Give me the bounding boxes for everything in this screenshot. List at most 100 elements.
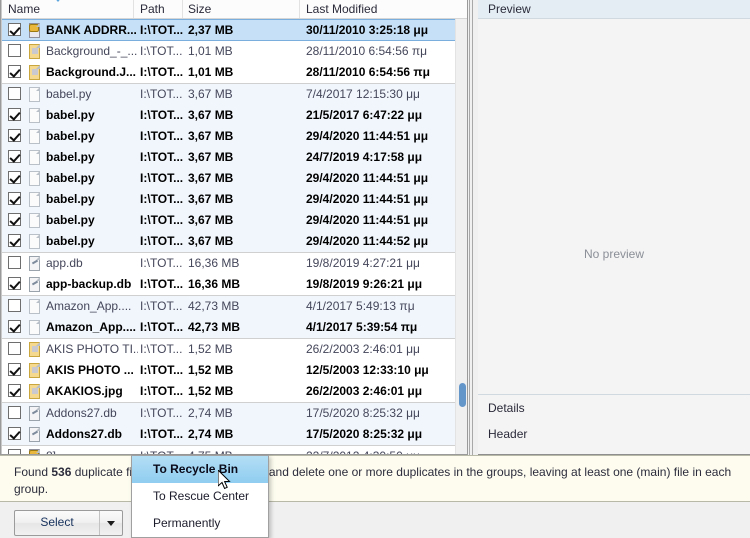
cell-last-modified: 29/4/2020 11:44:51 μμ bbox=[306, 171, 429, 185]
table-row[interactable]: 8] _______ __...I:\TOT...4,75 MB 22/7/201… bbox=[0, 445, 468, 455]
cell-file-path: I:\TOT... bbox=[140, 213, 184, 227]
cell-file-size: 2,74 MB bbox=[188, 406, 233, 420]
cell-file-name: AKIS PHOTO ... bbox=[46, 363, 134, 377]
duplicate-group-count: 536 bbox=[51, 465, 72, 479]
cell-file-size: 1,52 MB bbox=[188, 363, 234, 377]
cell-file-name: AKIS PHOTO TI... bbox=[46, 342, 138, 356]
row-checkbox[interactable] bbox=[8, 234, 21, 247]
table-row[interactable]: AKAKIOS.jpg I:\TOT... 1,52 MB 26/2/2003 2:4… bbox=[0, 381, 468, 402]
table-row[interactable]: babel.py I:\TOT... 3,67 MB 29/4/2020 11:44:… bbox=[0, 189, 468, 210]
cell-file-size: 16,36 MB bbox=[188, 256, 240, 270]
document-file-icon bbox=[27, 299, 42, 314]
cell-file-path: I:\TOT... bbox=[140, 256, 183, 270]
row-checkbox[interactable] bbox=[8, 65, 21, 78]
cell-file-size: 3,67 MB bbox=[188, 150, 234, 164]
table-row[interactable]: babel.py I:\TOT... 3,67 MB 21/5/2017 6:47:2… bbox=[0, 105, 468, 126]
cell-file-path: I:\TOT... bbox=[140, 171, 184, 185]
row-checkbox[interactable] bbox=[8, 299, 21, 312]
row-checkbox[interactable] bbox=[8, 44, 21, 57]
cell-file-name: babel.py bbox=[46, 234, 95, 248]
fax-file-icon bbox=[27, 23, 42, 38]
row-checkbox[interactable] bbox=[8, 23, 21, 36]
menu-item-to-recycle-bin[interactable]: To Recycle Bin bbox=[132, 456, 268, 483]
menu-item-permanently[interactable]: Permanently bbox=[132, 510, 268, 537]
cell-file-path: I:\TOT... bbox=[140, 277, 184, 291]
preview-section-header[interactable]: Header bbox=[478, 421, 750, 447]
column-divider[interactable] bbox=[299, 0, 300, 18]
cell-file-name: babel.py bbox=[46, 87, 92, 101]
preview-section-details[interactable]: Details bbox=[478, 395, 750, 421]
row-checkbox[interactable] bbox=[8, 256, 21, 269]
row-checkbox[interactable] bbox=[8, 108, 21, 121]
row-checkbox[interactable] bbox=[8, 150, 21, 163]
cell-file-name: Amazon_App.... bbox=[46, 299, 132, 313]
cell-last-modified: 7/4/2017 12:15:30 μμ bbox=[306, 87, 420, 101]
cell-file-size: 1,52 MB bbox=[188, 384, 234, 398]
db-file-icon bbox=[27, 427, 42, 442]
cell-file-name: Addons27.db bbox=[46, 427, 123, 441]
table-row[interactable]: Background_-_... I:\TOT... 1,01 MB 28/11/20… bbox=[0, 41, 468, 62]
cell-file-size: 2,37 MB bbox=[188, 23, 234, 37]
cell-file-name: babel.py bbox=[46, 171, 95, 185]
table-row[interactable]: Amazon_App.... I:\TOT... 42,73 MB 4/1/2017 … bbox=[0, 317, 468, 338]
column-divider[interactable] bbox=[133, 0, 134, 18]
row-checkbox[interactable] bbox=[8, 87, 21, 100]
delete-options-context-menu[interactable]: To Recycle Bin To Rescue Center Permanen… bbox=[131, 455, 269, 538]
column-header-size[interactable]: Size bbox=[188, 2, 211, 16]
cell-file-name: babel.py bbox=[46, 213, 95, 227]
db-file-icon bbox=[27, 277, 42, 292]
table-row[interactable]: BANK ADDRR... I:\TOT... 2,37 MB 30/11/2010 … bbox=[0, 19, 468, 41]
table-row[interactable]: babel.py I:\TOT... 3,67 MB 29/4/2020 11:44:… bbox=[0, 126, 468, 147]
row-checkbox[interactable] bbox=[8, 171, 21, 184]
column-header-name[interactable]: Name bbox=[8, 2, 40, 16]
row-checkbox[interactable] bbox=[8, 129, 21, 142]
row-checkbox[interactable] bbox=[8, 406, 21, 419]
table-row[interactable]: babel.py I:\TOT... 3,67 MB 7/4/2017 12:15:3… bbox=[0, 83, 468, 105]
file-rows-container: BANK ADDRR... I:\TOT... 2,37 MB 30/11/2010 … bbox=[0, 19, 468, 455]
cell-file-path: I:\TOT... bbox=[140, 65, 184, 79]
column-header-path[interactable]: Path bbox=[140, 2, 165, 16]
cell-file-path: I:\TOT... bbox=[140, 320, 184, 334]
db-file-icon bbox=[27, 406, 42, 421]
row-checkbox[interactable] bbox=[8, 320, 21, 333]
table-row[interactable]: AKIS PHOTO ... I:\TOT... 1,52 MB 12/5/2003 … bbox=[0, 360, 468, 381]
file-list-scrollbar[interactable] bbox=[455, 19, 469, 455]
table-row[interactable]: app.db I:\TOT... 16,36 MB 19/8/2019 4:27:21… bbox=[0, 252, 468, 274]
row-checkbox[interactable] bbox=[8, 342, 21, 355]
cell-file-size: 1,01 MB bbox=[188, 44, 233, 58]
table-row[interactable]: babel.py I:\TOT... 3,67 MB 29/4/2020 11:44:… bbox=[0, 210, 468, 231]
row-checkbox[interactable] bbox=[8, 277, 21, 290]
cell-file-name: Background_-_... bbox=[46, 44, 138, 58]
cell-file-size: 3,67 MB bbox=[188, 234, 234, 248]
table-row[interactable]: app-backup.db I:\TOT... 16,36 MB 19/8/2019 … bbox=[0, 274, 468, 295]
table-row[interactable]: Addons27.db I:\TOT... 2,74 MB 17/5/2020 8:2… bbox=[0, 424, 468, 445]
chevron-down-icon[interactable] bbox=[99, 511, 122, 535]
row-checkbox[interactable] bbox=[8, 213, 21, 226]
preview-body: No preview bbox=[478, 19, 750, 394]
menu-item-to-rescue-center[interactable]: To Rescue Center bbox=[132, 483, 268, 510]
pane-splitter[interactable] bbox=[468, 0, 478, 455]
row-checkbox[interactable] bbox=[8, 192, 21, 205]
splitter-line-left bbox=[469, 0, 470, 455]
table-row[interactable]: babel.py I:\TOT... 3,67 MB 29/4/2020 11:44:… bbox=[0, 168, 468, 189]
table-row[interactable]: Addons27.db I:\TOT... 2,74 MB 17/5/2020 8:2… bbox=[0, 402, 468, 424]
row-checkbox[interactable] bbox=[8, 384, 21, 397]
cell-last-modified: 24/7/2019 4:17:58 μμ bbox=[306, 150, 423, 164]
table-row[interactable]: Background.J... I:\TOT... 1,01 MB 28/11/201… bbox=[0, 62, 468, 83]
document-file-icon bbox=[27, 129, 42, 144]
select-split-button[interactable]: Select bbox=[14, 510, 123, 536]
scrollbar-thumb[interactable] bbox=[459, 383, 466, 407]
row-checkbox[interactable] bbox=[8, 363, 21, 376]
table-row[interactable]: AKIS PHOTO TI... I:\TOT... 1,52 MB 26/2/200… bbox=[0, 338, 468, 360]
column-divider[interactable] bbox=[182, 0, 183, 18]
table-row[interactable]: babel.py I:\TOT... 3,67 MB 29/4/2020 11:44:… bbox=[0, 231, 468, 252]
cell-last-modified: 29/4/2020 11:44:51 μμ bbox=[306, 213, 429, 227]
row-checkbox[interactable] bbox=[8, 427, 21, 440]
document-file-icon bbox=[27, 192, 42, 207]
table-row[interactable]: Amazon_App.... I:\TOT... 42,73 MB 4/1/2017 … bbox=[0, 295, 468, 317]
column-header-last-modified[interactable]: Last Modified bbox=[306, 2, 377, 16]
image-file-icon bbox=[27, 65, 42, 80]
cell-file-name: babel.py bbox=[46, 129, 95, 143]
select-button-label[interactable]: Select bbox=[15, 511, 99, 535]
table-row[interactable]: babel.py I:\TOT... 3,67 MB 24/7/2019 4:17:5… bbox=[0, 147, 468, 168]
